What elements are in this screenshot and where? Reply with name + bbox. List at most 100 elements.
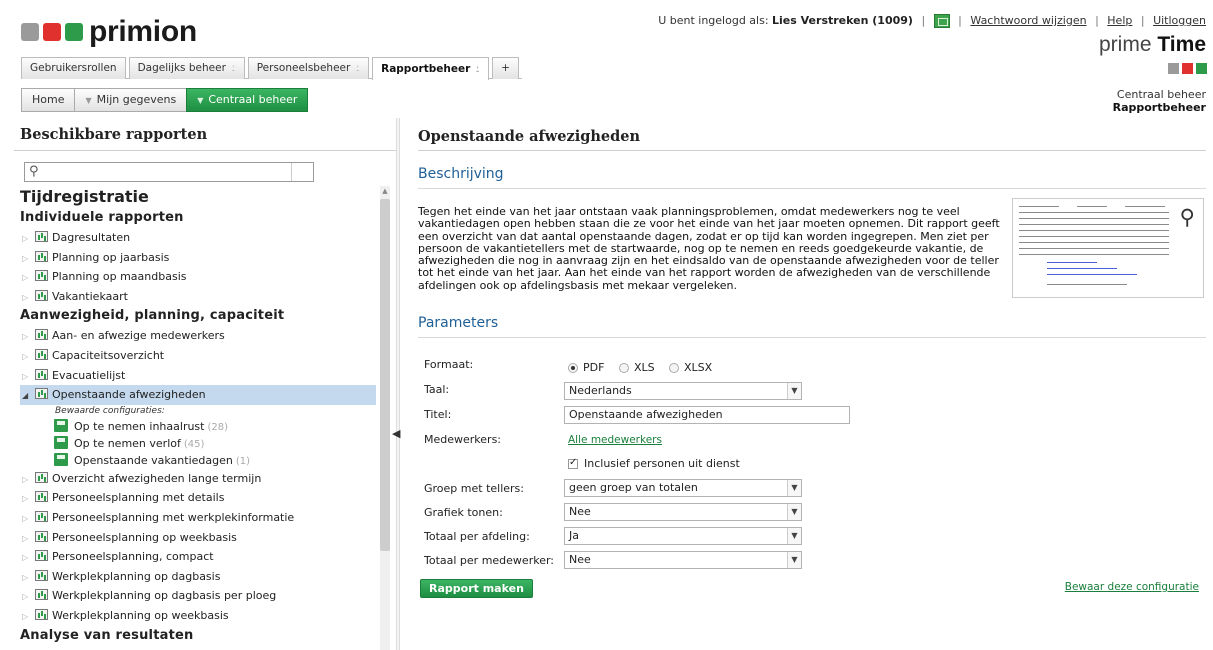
zoom-icon[interactable]: ⚲ bbox=[1180, 205, 1195, 229]
report-icon bbox=[35, 388, 48, 400]
tree-item-planning-details[interactable]: ▷ Personeelsplanning met details bbox=[20, 488, 376, 508]
expand-arrow-icon[interactable]: ▷ bbox=[20, 568, 32, 588]
checkbox-checked-icon[interactable] bbox=[568, 457, 578, 469]
total-per-employee-label: Totaal per medewerker: bbox=[424, 554, 554, 567]
report-sidebar: Beschikbare rapporten ⚲ Tijdregistratie … bbox=[14, 118, 396, 650]
total-per-department-select[interactable]: Ja ▼ bbox=[564, 527, 802, 545]
saved-config-item[interactable]: Openstaande vakantiedagen (1) bbox=[20, 452, 376, 469]
include-former-employees-checkbox[interactable]: Inclusief personen uit dienst bbox=[568, 457, 740, 470]
tree-item-werkplek-ploeg[interactable]: ▷ Werkplekplanning op dagbasis per ploeg bbox=[20, 586, 376, 606]
show-chart-label: Grafiek tonen: bbox=[424, 506, 503, 519]
expand-arrow-icon[interactable]: ▷ bbox=[20, 249, 32, 269]
format-pdf-radio[interactable]: PDF bbox=[568, 361, 604, 374]
pin-icon[interactable]: ⍘ bbox=[475, 59, 480, 80]
saved-config-item[interactable]: Op te nemen verlof (45) bbox=[20, 435, 376, 452]
app-tabs: Gebruikersrollen Dagelijks beheer ⍘ Pers… bbox=[21, 57, 522, 80]
app-header: primion U bent ingelogd als: Lies Verstr… bbox=[0, 0, 1213, 118]
radio-icon[interactable] bbox=[619, 362, 629, 373]
report-preview-thumbnail[interactable]: ⚲ bbox=[1012, 198, 1204, 298]
report-description: Tegen het einde van het jaar ontstaan va… bbox=[418, 205, 1000, 292]
chevron-down-icon[interactable]: ▼ bbox=[787, 383, 801, 399]
pin-icon[interactable]: ⍘ bbox=[355, 58, 360, 79]
search-clear-area[interactable] bbox=[291, 163, 313, 181]
tree-item-planning-weekbasis[interactable]: ▷ Personeelsplanning op weekbasis bbox=[20, 528, 376, 548]
search-icon: ⚲ bbox=[29, 164, 39, 179]
total-per-employee-select[interactable]: Nee ▼ bbox=[564, 551, 802, 569]
expand-arrow-icon[interactable]: ▷ bbox=[20, 587, 32, 607]
tree-item-planning-maandbasis[interactable]: ▷ Planning op maandbasis bbox=[20, 267, 376, 287]
nav-centraal-beheer[interactable]: ▼ Centraal beheer bbox=[186, 88, 309, 112]
collapse-left-icon[interactable]: ◀ bbox=[392, 427, 400, 440]
format-xls-radio[interactable]: XLS bbox=[619, 361, 655, 374]
tree-item-werkplek-week[interactable]: ▷ Werkplekplanning op weekbasis bbox=[20, 606, 376, 626]
report-icon bbox=[35, 289, 48, 301]
expand-arrow-icon[interactable]: ▷ bbox=[20, 347, 32, 367]
scroll-up-icon[interactable]: ▲ bbox=[380, 186, 390, 196]
tree-item-dagresultaten[interactable]: ▷ Dagresultaten bbox=[20, 228, 376, 248]
primion-logo[interactable]: primion bbox=[21, 17, 197, 47]
report-icon bbox=[35, 608, 48, 620]
radio-icon[interactable] bbox=[669, 362, 679, 373]
tree-item-capaciteit[interactable]: ▷ Capaciteitsoverzicht bbox=[20, 346, 376, 366]
logout-link[interactable]: Uitloggen bbox=[1153, 14, 1206, 27]
expand-arrow-icon[interactable]: ▷ bbox=[20, 509, 32, 529]
make-report-button[interactable]: Rapport maken bbox=[420, 579, 533, 598]
grid-view-icon[interactable] bbox=[933, 14, 950, 28]
expand-arrow-icon[interactable]: ▷ bbox=[20, 529, 32, 549]
save-configuration-link[interactable]: Bewaar deze configuratie bbox=[1065, 581, 1199, 593]
tree-item-aan-afwezige[interactable]: ▷ Aan- en afwezige medewerkers bbox=[20, 326, 376, 346]
tree-item-planning-compact[interactable]: ▷ Personeelsplanning, compact bbox=[20, 547, 376, 567]
chevron-down-icon[interactable]: ▼ bbox=[787, 480, 801, 496]
tree-item-openstaande-afwezigheden[interactable]: ◢ Openstaande afwezigheden bbox=[20, 385, 376, 405]
expand-arrow-icon[interactable]: ▷ bbox=[20, 367, 32, 387]
tree-item-vakantiekaart[interactable]: ▷ Vakantiekaart bbox=[20, 287, 376, 307]
divider bbox=[418, 150, 1206, 151]
saved-config-item[interactable]: Op te nemen inhaalrust (28) bbox=[20, 418, 376, 435]
expand-arrow-icon[interactable]: ▷ bbox=[20, 470, 32, 490]
add-tab-button[interactable]: + bbox=[492, 57, 519, 79]
tree-item-werkplek-dag[interactable]: ▷ Werkplekplanning op dagbasis bbox=[20, 567, 376, 587]
change-password-link[interactable]: Wachtwoord wijzigen bbox=[970, 14, 1086, 27]
chevron-down-icon[interactable]: ▼ bbox=[787, 504, 801, 520]
tree-item-planning-werkplek[interactable]: ▷ Personeelsplanning met werkplekinformat… bbox=[20, 508, 376, 528]
help-link[interactable]: Help bbox=[1107, 14, 1132, 27]
expand-arrow-icon[interactable]: ▷ bbox=[20, 268, 32, 288]
chevron-down-icon[interactable]: ▼ bbox=[787, 552, 801, 568]
tab-personeelsbeheer[interactable]: Personeelsbeheer ⍘ bbox=[247, 57, 370, 79]
expand-arrow-icon[interactable]: ▷ bbox=[20, 489, 32, 509]
tree-item-lange-termijn[interactable]: ▷ Overzicht afwezigheden lange termijn bbox=[20, 469, 376, 489]
all-employees-link[interactable]: Alle medewerkers bbox=[568, 434, 662, 446]
divider bbox=[14, 150, 396, 151]
nav-mijn-gegevens[interactable]: ▼ Mijn gegevens bbox=[74, 88, 188, 112]
expand-arrow-icon[interactable]: ▷ bbox=[20, 607, 32, 627]
parameters-heading: Parameters bbox=[418, 315, 499, 331]
employees-label: Medewerkers: bbox=[424, 433, 501, 446]
saved-configs-heading: Bewaarde configuraties: bbox=[55, 405, 165, 416]
search-input[interactable] bbox=[43, 164, 293, 180]
expand-arrow-icon[interactable]: ▷ bbox=[20, 548, 32, 568]
language-select[interactable]: Nederlands ▼ bbox=[564, 382, 802, 400]
show-chart-select[interactable]: Nee ▼ bbox=[564, 503, 802, 521]
expand-arrow-icon[interactable]: ▷ bbox=[20, 327, 32, 347]
group-counters-select[interactable]: geen groep van totalen ▼ bbox=[564, 479, 802, 497]
tab-rapportbeheer[interactable]: Rapportbeheer ⍘ bbox=[372, 57, 490, 80]
pin-icon[interactable]: ⍘ bbox=[231, 58, 236, 79]
tab-gebruikersrollen[interactable]: Gebruikersrollen bbox=[21, 57, 126, 79]
sidebar-scrollbar[interactable]: ▲ bbox=[380, 186, 390, 650]
expand-arrow-icon[interactable]: ▷ bbox=[20, 229, 32, 249]
tree-item-evacuatielijst[interactable]: ▷ Evacuatielijst bbox=[20, 366, 376, 386]
category-heading: Tijdregistratie bbox=[20, 187, 149, 206]
chevron-down-icon[interactable]: ▼ bbox=[787, 528, 801, 544]
logo-green-square bbox=[65, 23, 83, 41]
collapse-arrow-icon[interactable]: ◢ bbox=[20, 386, 32, 406]
nav-home[interactable]: Home bbox=[21, 88, 76, 112]
radio-selected-icon[interactable] bbox=[568, 362, 578, 373]
title-input[interactable]: Openstaande afwezigheden bbox=[564, 406, 850, 424]
scroll-thumb[interactable] bbox=[380, 199, 390, 551]
tab-dagelijks-beheer[interactable]: Dagelijks beheer ⍘ bbox=[128, 57, 245, 79]
format-xlsx-radio[interactable]: XLSX bbox=[669, 361, 712, 374]
expand-arrow-icon[interactable]: ▷ bbox=[20, 288, 32, 308]
panel-splitter[interactable] bbox=[396, 118, 400, 650]
product-logo: prime Time bbox=[1099, 33, 1206, 56]
tree-item-planning-jaarbasis[interactable]: ▷ Planning op jaarbasis bbox=[20, 248, 376, 268]
